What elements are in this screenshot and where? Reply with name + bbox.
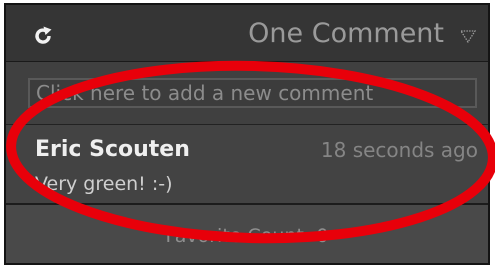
comments-panel: One Comment Eric Scouten 18 seconds ago … [4,3,490,265]
comment-author: Eric Scouten [35,137,190,162]
comment-text: Very green! :-) [35,173,173,195]
refresh-icon[interactable] [32,25,54,47]
favorite-count-row: Favorite Count: 0 [6,205,488,263]
panel-header: One Comment [6,5,488,62]
favorite-count-label: Favorite Count: 0 [165,225,329,247]
comment-timestamp: 18 seconds ago [320,138,478,162]
comment-item: Eric Scouten 18 seconds ago Very green! … [6,125,488,205]
collapse-triangle-icon[interactable] [460,30,476,43]
panel-title: One Comment [248,18,444,49]
new-comment-input[interactable] [28,78,477,108]
new-comment-row [6,62,488,125]
